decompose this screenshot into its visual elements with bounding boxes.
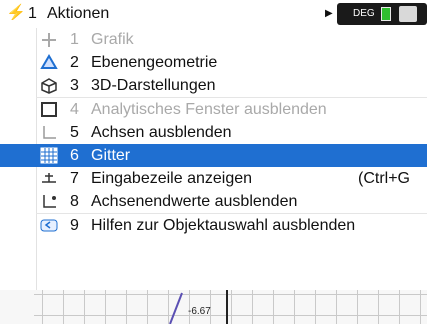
graph-icon <box>40 31 58 48</box>
menu-item-grafik[interactable]: 1 Grafik <box>0 28 427 51</box>
menu-item-label: Grafik <box>91 31 134 48</box>
menu-item-label: Achsen ausblenden <box>91 124 232 141</box>
entry-line-icon <box>40 170 58 187</box>
menu-item-label: Gitter <box>91 147 131 164</box>
menu-item-number: 8 <box>70 193 79 210</box>
menu-item-label: 3D-Darstellungen <box>91 77 216 94</box>
menu-item-number: 5 <box>70 124 79 141</box>
grid-icon <box>40 147 58 164</box>
menu-item-number: 2 <box>70 54 79 71</box>
menu-item-achsenendwerte[interactable]: 8 Achsenendwerte ausblenden <box>0 190 427 213</box>
actions-menu: 1 Grafik 2 Ebenengeometrie 3 3D-Darstell… <box>0 0 427 290</box>
plane-geometry-icon <box>40 54 58 71</box>
menu-item-number: 7 <box>70 170 79 187</box>
menu-item-ebenengeometrie[interactable]: 2 Ebenengeometrie <box>0 51 427 74</box>
axes-icon <box>40 124 58 141</box>
menu-item-label: Analytisches Fenster ausblenden <box>91 101 327 118</box>
menu-item-label: Achsenendwerte ausblenden <box>91 193 298 210</box>
menu-item-label: Hilfen zur Objektauswahl ausblenden <box>91 217 356 234</box>
menu-item-number: 1 <box>70 31 79 48</box>
object-selection-icon <box>40 217 58 234</box>
menu-item-label: Eingabezeile anzeigen <box>91 170 253 187</box>
menu-item-achsen-ausblenden[interactable]: 5 Achsen ausblenden <box>0 121 427 144</box>
menu-item-eingabezeile[interactable]: 7 Eingabezeile anzeigen (Ctrl+G <box>0 167 427 190</box>
menu-item-3d-darstellungen[interactable]: 3 3D-Darstellungen <box>0 74 427 97</box>
menu-item-gitter[interactable]: 6 Gitter <box>0 144 427 167</box>
menu-item-shortcut: (Ctrl+G <box>358 170 410 187</box>
menu-item-number: 4 <box>70 101 79 118</box>
menu-item-objektauswahl[interactable]: 9 Hilfen zur Objektauswahl ausblenden <box>0 214 427 237</box>
menu-item-number: 3 <box>70 77 79 94</box>
menu-item-number: 6 <box>70 147 79 164</box>
3d-icon <box>40 77 58 94</box>
menu-item-label: Ebenengeometrie <box>91 54 218 71</box>
menu-item-analytisches-fenster[interactable]: 4 Analytisches Fenster ausblenden <box>0 98 427 121</box>
axis-end-value: -6.67 <box>188 306 211 317</box>
axis-endvalues-icon <box>40 193 58 210</box>
menu-item-number: 9 <box>70 217 79 234</box>
analytic-window-icon <box>40 101 58 118</box>
